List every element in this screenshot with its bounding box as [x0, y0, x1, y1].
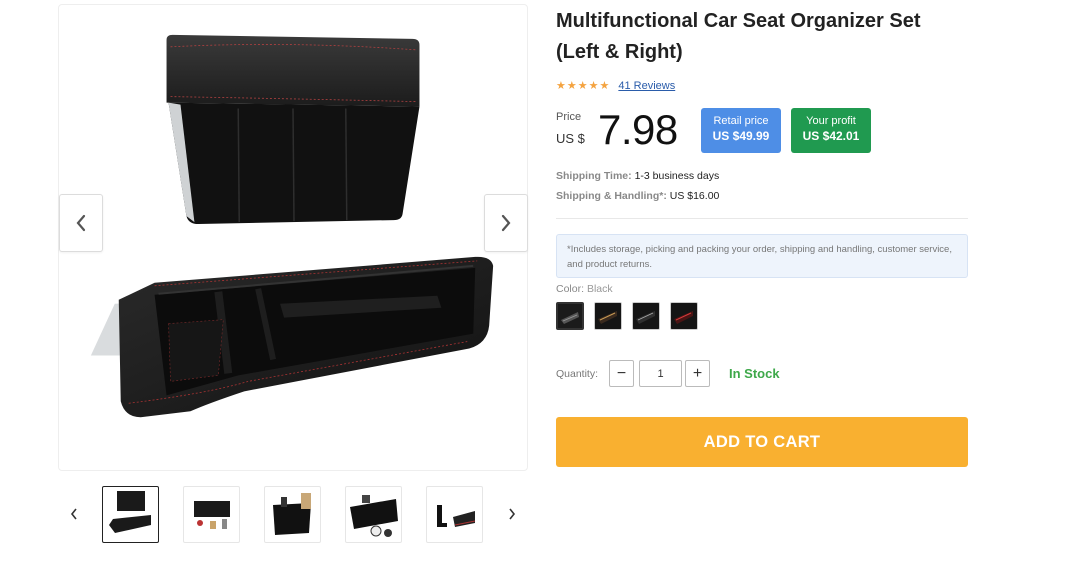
chevron-left-icon — [76, 214, 86, 232]
quantity-increase-button[interactable]: + — [685, 360, 710, 387]
color-swatch-1[interactable] — [556, 302, 584, 330]
thumbnail-strip — [58, 484, 528, 546]
shipping-time-label: Shipping Time: — [556, 170, 632, 182]
shipping-time-value: 1-3 business days — [634, 170, 720, 182]
shipping-note: *Includes storage, picking and packing y… — [556, 234, 968, 278]
quantity-label: Quantity: — [556, 368, 599, 380]
add-to-cart-button[interactable]: ADD TO CART — [556, 417, 968, 467]
swatch-image — [558, 304, 582, 328]
color-label-text: Color: — [556, 283, 585, 295]
star-icon: ★ — [577, 79, 588, 92]
gallery-next-button[interactable] — [484, 194, 528, 252]
chevron-right-icon — [509, 508, 516, 520]
thumbnail-image — [109, 491, 151, 533]
thumbnail-3[interactable] — [264, 486, 321, 543]
color-label: Color: Black — [556, 283, 613, 295]
quantity-decrease-button[interactable]: − — [609, 360, 634, 387]
product-title: Multifunctional Car Seat Organizer Set (… — [556, 10, 921, 63]
price-caption: Price — [556, 111, 582, 123]
thumbs-next-button[interactable] — [502, 502, 522, 526]
shipping-handling: Shipping & Handling*: US $16.00 — [556, 190, 719, 202]
retail-price-badge: Retail price US $49.99 — [701, 108, 781, 153]
retail-price-value: US $49.99 — [712, 129, 770, 143]
gallery-prev-button[interactable] — [59, 194, 103, 252]
profit-badge: Your profit US $42.01 — [791, 108, 871, 153]
thumbnail-image — [194, 501, 230, 529]
star-icon: ★ — [599, 79, 610, 92]
star-icon: ★ — [556, 79, 566, 92]
thumbnail-1[interactable] — [102, 486, 159, 543]
swatch-image — [671, 303, 697, 329]
profit-value: US $42.01 — [802, 129, 860, 143]
star-icon: ★ — [588, 79, 599, 92]
price-currency: US $ — [556, 131, 585, 146]
retail-price-label: Retail price — [713, 115, 769, 127]
product-gallery — [58, 4, 528, 471]
shipping-handling-label: Shipping & Handling*: — [556, 190, 667, 202]
main-product-image — [90, 34, 494, 418]
quantity-input[interactable] — [639, 360, 682, 387]
thumbnail-5[interactable] — [426, 486, 483, 543]
star-icon: ★ — [566, 79, 577, 92]
stock-status: In Stock — [729, 366, 780, 381]
shipping-handling-value: US $16.00 — [669, 190, 720, 202]
swatch-image — [595, 303, 621, 329]
color-value: Black — [586, 283, 613, 295]
chevron-right-icon — [501, 214, 511, 232]
profit-label: Your profit — [806, 115, 856, 127]
thumbnail-2[interactable] — [183, 486, 240, 543]
rating-row: ★ ★ ★ ★ ★ 41 Reviews — [556, 78, 675, 94]
chevron-left-icon — [70, 508, 77, 520]
color-swatch-2[interactable] — [594, 302, 622, 330]
color-swatches — [556, 302, 698, 330]
thumbnail-image — [350, 495, 398, 537]
thumbnail-image — [273, 493, 311, 535]
color-swatch-4[interactable] — [670, 302, 698, 330]
rating-stars: ★ ★ ★ ★ ★ — [556, 79, 610, 92]
color-swatch-3[interactable] — [632, 302, 660, 330]
swatch-image — [633, 303, 659, 329]
price-value: 7.98 — [598, 106, 678, 153]
thumbnail-4[interactable] — [345, 486, 402, 543]
thumbnail-image — [437, 505, 476, 527]
thumbs-prev-button[interactable] — [64, 502, 84, 526]
reviews-link[interactable]: 41 Reviews — [618, 80, 675, 92]
shipping-time: Shipping Time: 1-3 business days — [556, 170, 719, 182]
divider — [556, 218, 968, 219]
price-block: Price US $ 7.98 — [556, 106, 696, 154]
